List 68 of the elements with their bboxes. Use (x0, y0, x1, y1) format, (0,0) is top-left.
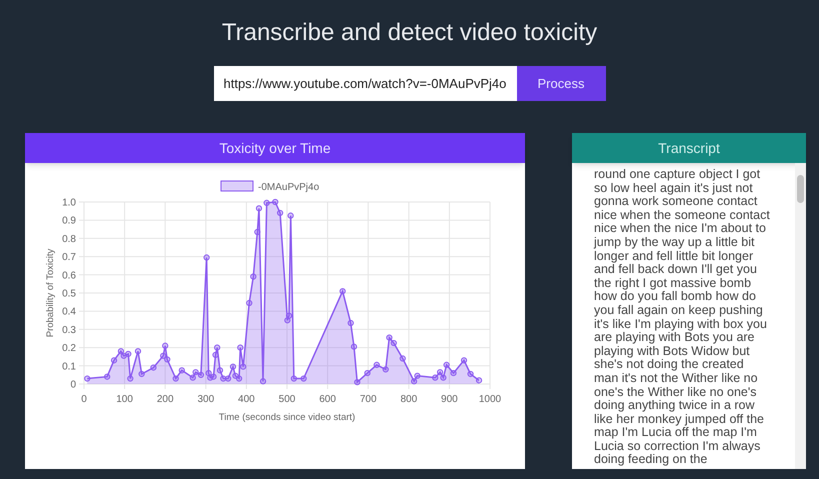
data-point (450, 370, 457, 376)
x-tick-label: 900 (441, 394, 458, 405)
legend-swatch[interactable] (220, 180, 254, 192)
x-tick-label: 500 (278, 394, 296, 405)
data-point (460, 357, 468, 364)
y-axis-title: Probability of Toxicity (45, 248, 56, 338)
data-point (350, 344, 358, 350)
data-point (104, 374, 110, 380)
page-title: Transcribe and detect video toxicity (222, 18, 598, 48)
data-point (288, 212, 294, 219)
x-tick-label: 1000 (478, 394, 502, 405)
data-point (300, 375, 307, 382)
y-tick-label: 0.6 (62, 270, 76, 282)
data-point (400, 355, 406, 362)
x-tick-label: 200 (156, 394, 174, 405)
data-point (162, 342, 168, 349)
data-point (348, 320, 354, 326)
data-point (240, 364, 246, 370)
data-point (476, 377, 482, 384)
data-point (178, 367, 185, 374)
data-point (272, 198, 278, 206)
data-point (290, 375, 297, 382)
data-point (172, 375, 179, 382)
chart-title: Toxicity over Time (219, 138, 331, 158)
data-point (138, 370, 145, 378)
x-tick-label: 0 (81, 394, 87, 405)
x-tick-label: 700 (360, 394, 377, 405)
data-point (204, 254, 210, 261)
data-point (127, 375, 134, 382)
data-point (354, 379, 360, 386)
y-tick-label: 0.5 (62, 288, 76, 300)
y-tick-label: 0.4 (62, 306, 76, 318)
process-button[interactable]: Process (516, 66, 606, 101)
data-point (110, 357, 118, 364)
y-tick-label: 0.3 (62, 324, 76, 336)
data-point (84, 375, 90, 382)
data-point (382, 366, 389, 373)
scrollbar[interactable] (795, 163, 806, 469)
y-tick-label: 0 (70, 380, 76, 390)
x-tick-label: 400 (238, 394, 255, 405)
y-tick-label: 1.0 (62, 198, 76, 208)
x-tick-label: 800 (400, 394, 418, 405)
y-tick-label: 0.9 (62, 216, 76, 227)
data-point (237, 344, 244, 351)
x-tick-label: 600 (319, 394, 336, 405)
x-tick-label: 300 (197, 394, 214, 405)
legend-label: -0MAuPvPj4o (258, 182, 320, 193)
x-axis-title: Time (seconds since video start) (218, 412, 356, 423)
x-tick-label: 100 (116, 394, 133, 405)
data-point (374, 362, 380, 368)
data-point (246, 300, 252, 306)
data-point (340, 288, 346, 294)
url-field[interactable]: https://www.youtube.com/watch?v=-0MAuPvPj4o (214, 66, 516, 101)
transcript-title: Transcript (658, 138, 720, 158)
data-point (230, 364, 236, 370)
y-tick-label: 0.8 (62, 234, 76, 245)
y-tick-label: 0.1 (62, 361, 76, 372)
data-point (277, 210, 284, 216)
data-point (260, 378, 266, 384)
y-tick-label: 0.2 (62, 343, 76, 354)
data-point (254, 228, 260, 236)
data-point (250, 274, 256, 280)
data-point (150, 364, 157, 371)
y-tick-label: 0.7 (62, 252, 76, 264)
data-point (134, 348, 142, 354)
data-point (467, 370, 474, 378)
transcript-text: round one capture object I got so low heel again it's just not gonna work someone contact nice when the someone contact nice when the nice I'm about to jump by the way up a little bit longer and fell little bit longer and fell back down I'll get you the right I got massive bomb how do you fall bomb how do you fall again on keep pushing it's like I'm playing with box you are playing with Bots you are playing with Bots Widow but she's not doing the created man it's not the Wither like no one's the Wither like no one's doing anything twice in a row like her monkey jumped off the map I'm Lucia off the map I'm Lucia so correction I'm always doing feeding on the (594, 168, 771, 468)
data-point (364, 370, 370, 376)
